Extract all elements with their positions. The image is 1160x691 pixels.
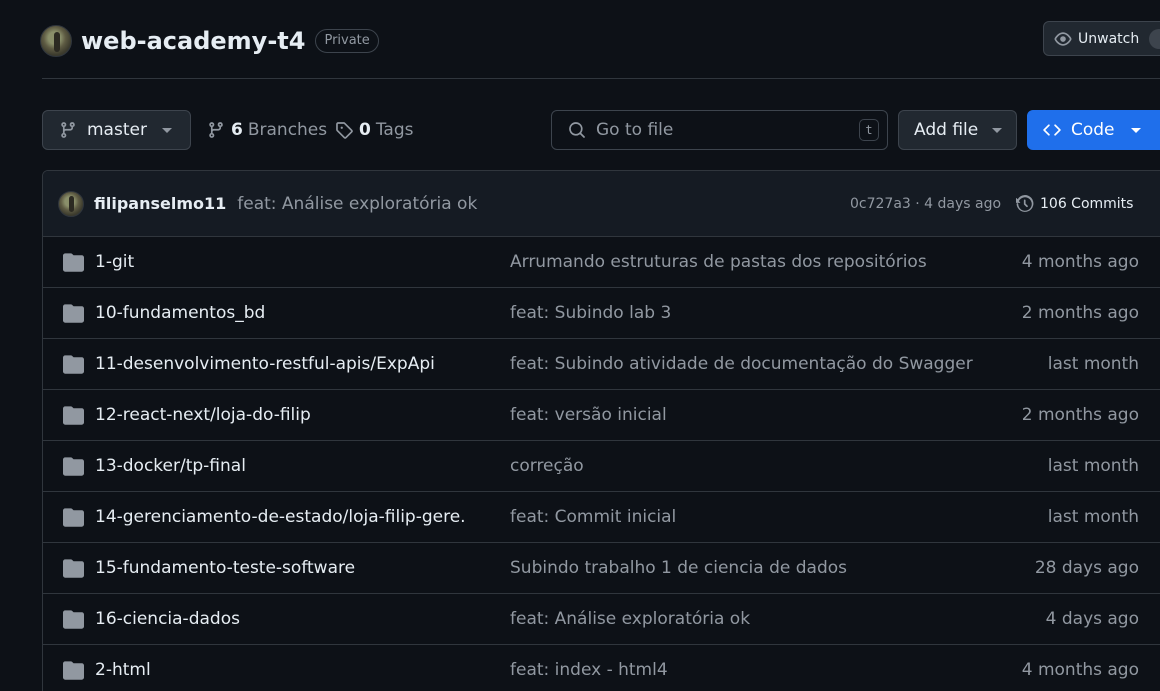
add-file-button[interactable]: Add file [898,110,1017,150]
file-row[interactable]: 15-fundamento-teste-software Subindo tra… [43,543,1160,594]
repository-page: web-academy-t4 Private Unwatch master 6 … [0,0,1160,691]
last-commit-date: last month [1047,456,1139,476]
last-commit-message-link[interactable]: correção [510,456,584,476]
folder-name-link[interactable]: 2-html [95,660,151,680]
folder-name-link[interactable]: 15-fundamento-teste-software [95,558,355,578]
folder-name-link[interactable]: 1-git [95,252,134,272]
commits-history-link[interactable]: 106 Commits [1016,194,1134,213]
last-commit-date: last month [1047,507,1139,527]
last-commit-message-link[interactable]: feat: Análise exploratória ok [510,609,750,629]
folder-icon [63,559,84,578]
tags-label: Tags [375,120,414,140]
folder-icon [63,610,84,629]
latest-commit-bar: filipanselmo11 feat: Análise exploratóri… [43,171,1160,237]
search-placeholder: Go to file [596,120,674,140]
file-row[interactable]: 14-gerenciamento-de-estado/loja-filip-ge… [43,492,1160,543]
last-commit-date: 4 months ago [1021,660,1139,680]
file-row[interactable]: 1-git Arrumando estruturas de pastas dos… [43,237,1160,288]
folder-name-link[interactable]: 16-ciencia-dados [95,609,240,629]
branches-link[interactable]: 6 Branches [207,110,327,150]
watch-count-badge [1149,28,1160,49]
unwatch-button[interactable]: Unwatch [1043,21,1160,56]
file-row[interactable]: 11-desenvolvimento-restful-apis/ExpApi f… [43,339,1160,390]
file-row[interactable]: 2-html feat: index - html4 4 months ago [43,645,1160,691]
commit-hash-time[interactable]: 0c727a3 · 4 days ago [850,196,1001,212]
git-branch-icon [61,122,75,138]
folder-icon [63,457,84,476]
file-browser: filipanselmo11 feat: Análise exploratóri… [42,170,1160,691]
folder-icon [63,406,84,425]
last-commit-date: 4 days ago [1045,609,1139,629]
search-icon [569,122,585,138]
chevron-down-icon [162,127,172,133]
folder-icon [63,253,84,272]
folder-name-link[interactable]: 14-gerenciamento-de-estado/loja-filip-ge… [95,507,465,527]
tag-icon [336,122,353,139]
history-icon [1016,194,1034,212]
last-commit-date: 4 months ago [1021,252,1139,272]
unwatch-label: Unwatch [1078,30,1140,47]
tags-count: 0 [359,120,371,140]
commits-count-label: 106 Commits [1040,195,1134,212]
go-to-file-input[interactable]: Go to file t [551,110,888,150]
commit-author-avatar[interactable] [58,190,84,217]
last-commit-message-link[interactable]: feat: Commit inicial [510,507,676,527]
repo-name[interactable]: web-academy-t4 [81,27,305,55]
file-row[interactable]: 16-ciencia-dados feat: Análise explorató… [43,594,1160,645]
tags-link[interactable]: 0 Tags [335,110,413,150]
branches-label: Branches [247,120,328,140]
last-commit-date: 2 months ago [1021,405,1139,425]
file-row[interactable]: 10-fundamentos_bd feat: Subindo lab 3 2 … [43,288,1160,339]
branch-name: master [87,120,147,140]
commit-message[interactable]: feat: Análise exploratória ok [237,194,477,214]
file-list: 1-git Arrumando estruturas de pastas dos… [43,237,1160,691]
last-commit-message-link[interactable]: feat: versão inicial [510,405,667,425]
commit-author[interactable]: filipanselmo11 [94,194,226,213]
keyboard-shortcut-hint: t [859,119,879,141]
code-icon [1043,124,1061,136]
folder-icon [63,355,84,374]
last-commit-message-link[interactable]: feat: index - html4 [510,660,668,680]
folder-name-link[interactable]: 12-react-next/loja-do-filip [95,405,311,425]
last-commit-message-link[interactable]: feat: Subindo atividade de documentação … [510,354,973,374]
branch-selector-button[interactable]: master [42,110,191,150]
header-divider [42,78,1160,79]
last-commit-date: 28 days ago [1034,558,1139,578]
last-commit-date: 2 months ago [1021,303,1139,323]
last-commit-date: last month [1047,354,1139,374]
repo-header: web-academy-t4 Private [40,24,379,58]
chevron-down-icon [992,127,1002,133]
owner-avatar[interactable] [40,25,72,57]
folder-name-link[interactable]: 10-fundamentos_bd [95,303,265,323]
folder-name-link[interactable]: 11-desenvolvimento-restful-apis/ExpApi [95,354,435,374]
folder-name-link[interactable]: 13-docker/tp-final [95,456,246,476]
code-button[interactable]: Code [1027,110,1160,150]
last-commit-message-link[interactable]: Subindo trabalho 1 de ciencia de dados [510,558,847,578]
folder-icon [63,304,84,323]
branches-count: 6 [231,120,243,140]
folder-icon [63,661,84,680]
git-branch-icon [209,122,223,138]
code-label: Code [1071,120,1115,140]
last-commit-message-link[interactable]: Arrumando estruturas de pastas dos repos… [510,252,927,272]
file-row[interactable]: 13-docker/tp-final correção last month [43,441,1160,492]
file-row[interactable]: 12-react-next/loja-do-filip feat: versão… [43,390,1160,441]
folder-icon [63,508,84,527]
last-commit-message-link[interactable]: feat: Subindo lab 3 [510,303,671,323]
chevron-down-icon [1130,127,1141,133]
add-file-label: Add file [914,120,979,140]
eye-icon [1054,31,1072,46]
visibility-badge: Private [315,29,379,53]
